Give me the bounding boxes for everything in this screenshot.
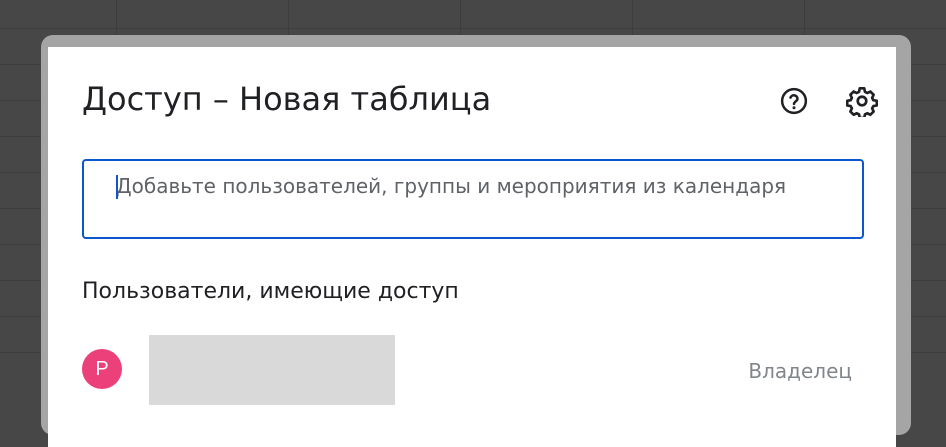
- people-with-access-heading: Пользователи, имеющие доступ: [82, 279, 459, 304]
- add-people-placeholder: Добавьте пользователей, группы и меропри…: [116, 174, 787, 198]
- user-row[interactable]: P Владелец: [82, 335, 864, 447]
- share-dialog: Доступ – Новая таблица Добавьте пользова…: [48, 47, 896, 447]
- settings-button[interactable]: [844, 83, 880, 119]
- gear-icon: [846, 87, 878, 117]
- text-cursor: [116, 175, 118, 199]
- user-info-redacted: [149, 335, 395, 405]
- add-people-input[interactable]: Добавьте пользователей, группы и меропри…: [82, 159, 864, 239]
- dialog-title: Доступ – Новая таблица: [82, 80, 492, 118]
- avatar: P: [82, 349, 122, 389]
- help-button[interactable]: [776, 83, 812, 119]
- help-circle-icon: [780, 87, 808, 115]
- role-label: Владелец: [748, 359, 852, 383]
